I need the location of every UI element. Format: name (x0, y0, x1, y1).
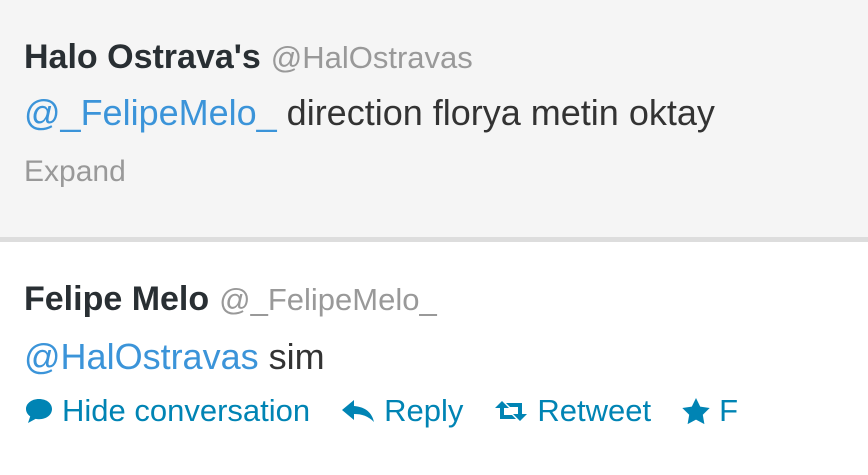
hide-conversation-label: Hide conversation (62, 393, 311, 428)
mention-link[interactable]: @HalOstravas (24, 336, 259, 377)
author-handle[interactable]: @HalOstravas (271, 40, 473, 75)
reply-arrow-icon (340, 398, 376, 424)
tweet-text: @HalOstravas sim (24, 336, 325, 378)
author-name[interactable]: Felipe Melo (24, 280, 209, 318)
mention-link[interactable]: @_FelipeMelo_ (24, 92, 277, 133)
tweet-halo-ostrava[interactable]: Halo Ostrava's @HalOstravas @_FelipeMelo_… (0, 0, 868, 237)
expand-link[interactable]: Expand (24, 155, 126, 189)
favorite-button[interactable]: F (681, 393, 738, 429)
tweet-text: @_FelipeMelo_ direction florya metin okt… (24, 92, 715, 134)
author-handle[interactable]: @_FelipeMelo_ (219, 282, 437, 317)
author-name[interactable]: Halo Ostrava's (24, 38, 261, 76)
retweet-label: Retweet (537, 393, 652, 428)
hide-conversation-button[interactable]: Hide conversation (24, 393, 310, 429)
tweet-header: Halo Ostrava's @HalOstravas (24, 38, 473, 77)
star-icon (681, 397, 711, 425)
reply-button[interactable]: Reply (340, 393, 463, 429)
tweet-body: direction florya metin oktay (276, 92, 715, 133)
tweet-body: sim (258, 336, 325, 377)
favorite-label: F (719, 393, 739, 428)
retweet-icon (493, 399, 529, 423)
tweet-felipe-melo[interactable]: Felipe Melo @_FelipeMelo_ @HalOstravas si… (0, 242, 868, 475)
speech-bubble-icon (24, 397, 54, 425)
tweet-actions: Hide conversation Reply Retweet F (24, 393, 768, 429)
retweet-button[interactable]: Retweet (493, 393, 651, 429)
reply-label: Reply (384, 393, 464, 428)
tweet-header: Felipe Melo @_FelipeMelo_ (24, 280, 437, 319)
